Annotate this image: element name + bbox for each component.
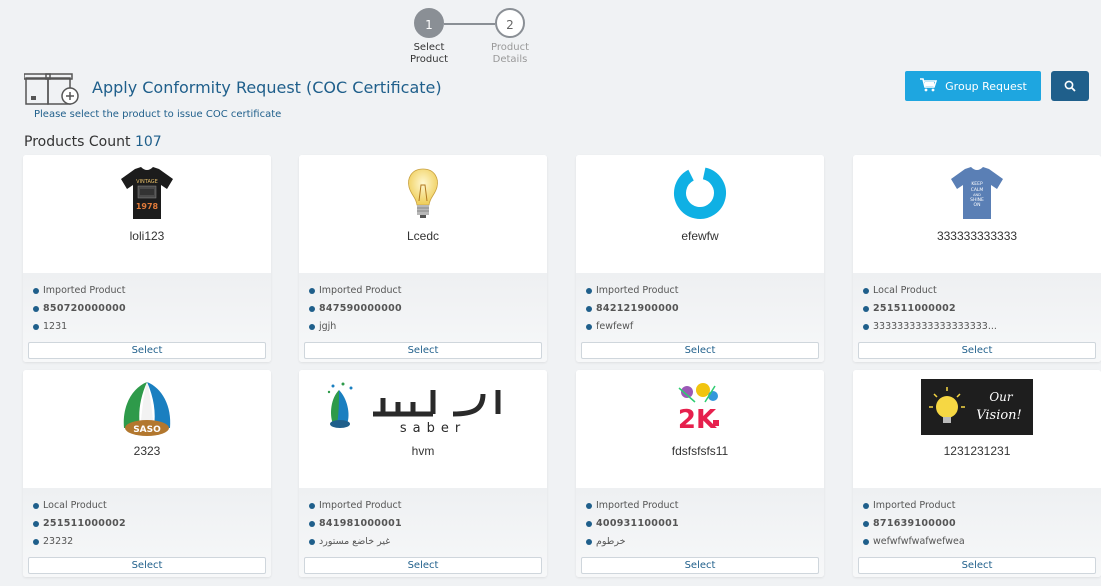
- product-model: fewfewf: [586, 321, 633, 332]
- select-button[interactable]: Select: [304, 342, 542, 359]
- light-bulb-image: [383, 165, 463, 221]
- product-name: Lcedc: [406, 229, 440, 243]
- svg-text:ON: ON: [974, 202, 981, 208]
- blue-ring-logo: [660, 165, 740, 221]
- product-name: fdsfsfsfs11: [671, 444, 729, 458]
- product-model: 1231: [33, 321, 67, 332]
- select-button[interactable]: Select: [858, 342, 1096, 359]
- step-1-indicator: 1: [414, 8, 444, 38]
- svg-text:1978: 1978: [136, 202, 159, 211]
- step-1-label-line1: Select: [413, 42, 445, 53]
- product-type: Imported Product: [586, 500, 679, 511]
- select-button[interactable]: Select: [28, 342, 266, 359]
- group-request-label: Group Request: [945, 79, 1027, 93]
- product-hs-code: 871639100000: [863, 518, 956, 529]
- step-1-label: Select Product: [394, 42, 464, 66]
- select-button[interactable]: Select: [858, 557, 1096, 574]
- product-hs-code: 251511000002: [33, 518, 126, 529]
- svg-text:VINTAGE: VINTAGE: [136, 179, 158, 185]
- product-model: 23232: [33, 536, 73, 547]
- 2k-logo: 2K: [660, 380, 740, 436]
- product-hs-code: 850720000000: [33, 303, 126, 314]
- our-vision-image: Our Vision!: [921, 379, 1033, 435]
- product-name: loli123: [129, 229, 165, 243]
- product-model: خرطوم: [586, 536, 625, 547]
- svg-text:saber: saber: [400, 421, 466, 436]
- product-card: VINTAGE 1978 loli123 Imported Product 85…: [23, 155, 271, 362]
- product-model: jgjh: [309, 321, 336, 332]
- svg-text:AND: AND: [973, 193, 981, 197]
- product-type: Local Product: [863, 285, 937, 296]
- product-hs-code: 841981000001: [309, 518, 402, 529]
- page-title: Apply Conformity Request (COC Certificat…: [92, 78, 442, 97]
- select-button[interactable]: Select: [581, 342, 819, 359]
- saber-logo: saber: [323, 376, 523, 436]
- svg-text:KEEP: KEEP: [971, 181, 983, 187]
- product-name: 2323: [133, 444, 161, 458]
- product-card: Lcedc Imported Product 847590000000 jgjh…: [299, 155, 547, 362]
- product-type: Imported Product: [309, 500, 402, 511]
- select-button[interactable]: Select: [581, 557, 819, 574]
- product-name: hvm: [411, 444, 435, 458]
- svg-text:SASO: SASO: [133, 425, 161, 435]
- products-count-value: 107: [134, 134, 162, 150]
- product-model: 3333333333333333333...: [863, 321, 997, 332]
- step-2-label-line2: Details: [492, 54, 528, 65]
- select-button[interactable]: Select: [304, 557, 542, 574]
- product-card: Our Vision! 1231231231 Imported Product …: [853, 370, 1101, 577]
- boxes-add-icon: [23, 72, 82, 106]
- saso-logo: SASO: [107, 380, 187, 436]
- product-name: 1231231231: [943, 444, 1011, 458]
- product-card: 2K fdsfsfsfs11 Imported Product 40093110…: [576, 370, 824, 577]
- search-button[interactable]: [1051, 71, 1089, 101]
- step-2-label-line1: Product: [491, 42, 529, 53]
- cart-icon: [919, 77, 938, 95]
- product-name: efewfw: [681, 229, 719, 243]
- search-icon: [1064, 77, 1076, 96]
- product-type: Imported Product: [309, 285, 402, 296]
- products-count-label: Products Count: [24, 134, 131, 150]
- svg-text:2K: 2K: [678, 405, 717, 435]
- step-connector: [444, 23, 495, 25]
- select-button[interactable]: Select: [28, 557, 266, 574]
- products-count: Products Count 107: [24, 134, 162, 150]
- product-card: efewfw Imported Product 842121900000 few…: [576, 155, 824, 362]
- product-card: saber hvm Imported Product 841981000001 …: [299, 370, 547, 577]
- progress-stepper: 1 2 Select Product Product Details: [400, 8, 550, 68]
- product-hs-code: 842121900000: [586, 303, 679, 314]
- svg-text:Vision!: Vision!: [976, 408, 1022, 423]
- product-model: wefwfwfwafwefwea: [863, 536, 965, 547]
- product-type: Local Product: [33, 500, 107, 511]
- step-2-indicator: 2: [495, 8, 525, 38]
- product-hs-code: 400931100001: [586, 518, 679, 529]
- step-2-label: Product Details: [475, 42, 545, 66]
- product-type: Imported Product: [586, 285, 679, 296]
- product-hs-code: 251511000002: [863, 303, 956, 314]
- product-model: غير خاضع مستورد: [309, 536, 390, 547]
- product-type: Imported Product: [33, 285, 126, 296]
- step-1-label-line2: Product: [410, 54, 448, 65]
- product-type: Imported Product: [863, 500, 956, 511]
- product-card: KEEP CALM AND SHINE ON 333333333333 Loca…: [853, 155, 1101, 362]
- product-card: SASO 2323 Local Product 251511000002 232…: [23, 370, 271, 577]
- keep-calm-tshirt-image: KEEP CALM AND SHINE ON: [937, 165, 1017, 221]
- product-name: 333333333333: [936, 229, 1018, 243]
- vintage-tshirt-image: VINTAGE 1978: [107, 165, 187, 221]
- group-request-button[interactable]: Group Request: [905, 71, 1041, 101]
- product-hs-code: 847590000000: [309, 303, 402, 314]
- page-subtitle: Please select the product to issue COC c…: [34, 109, 282, 120]
- svg-text:Our: Our: [989, 390, 1014, 404]
